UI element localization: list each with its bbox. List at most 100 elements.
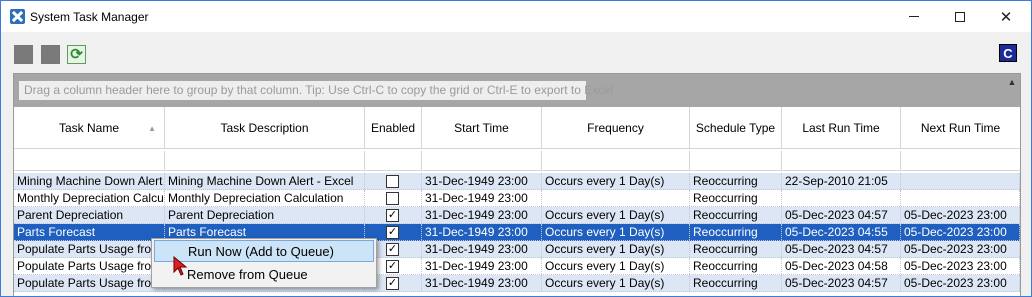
refresh-button[interactable]: ⟳ [67, 45, 86, 64]
column-label: Frequency [587, 121, 644, 135]
cell-desc: Parent Depreciation [165, 207, 365, 223]
table-row[interactable]: Mining Machine Down Alert - ExcelMining … [14, 173, 1020, 190]
cell-freq [542, 190, 690, 206]
sort-ascending-icon: ▲ [148, 124, 156, 133]
refresh-icon: ⟳ [70, 46, 83, 63]
cell-start: 31-Dec-1949 23:00 [422, 173, 542, 189]
column-header-task-name[interactable]: Task Name ▲ [14, 107, 165, 149]
checkbox-checked[interactable]: ✓ [386, 260, 399, 273]
cell-name: Parent Depreciation [14, 207, 165, 223]
filter-frequency[interactable] [542, 151, 690, 171]
cell-next: 05-Dec-2023 23:00 [901, 207, 1020, 223]
column-label: Schedule Type [695, 121, 776, 135]
cell-sched: Reoccurring [690, 173, 782, 189]
toolbar: ⟳ C [1, 32, 1031, 69]
cell-last: 05-Dec-2023 04:57 [782, 275, 901, 291]
column-header-enabled[interactable]: Enabled [365, 107, 422, 149]
cell-last: 05-Dec-2023 04:58 [782, 258, 901, 274]
filter-schedule-type[interactable] [690, 151, 782, 171]
title-bar: System Task Manager ✕ [1, 1, 1031, 32]
checkbox-checked[interactable]: ✓ [386, 243, 399, 256]
cell-last [782, 190, 901, 206]
table-row[interactable]: Parent Depreciation Parent Depreciation ✓ 3… [14, 207, 1020, 224]
filter-row [14, 149, 1020, 173]
cell-start: 31-Dec-1949 23:00 [422, 207, 542, 223]
maximize-button[interactable] [937, 1, 983, 32]
filter-task-name[interactable] [14, 151, 165, 171]
cell-name: Populate Parts Usage from [14, 275, 165, 291]
cell-name: Populate Parts Usage from [14, 241, 165, 257]
task-manager-window: System Task Manager ✕ ⟳ C Drag a column … [0, 0, 1032, 297]
cell-next: 05-Dec-2023 23:00 [901, 258, 1020, 274]
cell-next [901, 190, 1020, 206]
cell-freq: Occurs every 1 Day(s) [542, 207, 690, 223]
column-headers: Task Name ▲ Task Description Enabled Star… [14, 107, 1020, 149]
column-header-last-run-time[interactable]: Last Run Time [782, 107, 901, 149]
cell-next: 05-Dec-2023 23:00 [901, 224, 1020, 240]
maximize-icon [955, 11, 965, 22]
cell-enabled: ✓ [365, 207, 422, 223]
filter-next-run-time[interactable] [901, 151, 1020, 171]
cell-enabled [365, 173, 422, 189]
app-icon [10, 9, 25, 24]
cell-sched: Reoccurring [690, 241, 782, 257]
column-label: Task Description [220, 121, 309, 135]
cell-last: 22-Sep-2010 21:05 [782, 173, 901, 189]
cell-enabled [365, 190, 422, 206]
cell-sched: Reoccurring [690, 190, 782, 206]
toolbar-button-1[interactable] [14, 45, 33, 64]
table-row[interactable]: Monthly Depreciation CalculationMonthly … [14, 190, 1020, 207]
cell-name: Monthly Depreciation Calculation [14, 190, 165, 206]
window-title: System Task Manager [30, 10, 149, 24]
column-header-start-time[interactable]: Start Time [422, 107, 542, 149]
cell-name: Populate Parts Usage from [14, 258, 165, 274]
cell-last: 05-Dec-2023 04:55 [782, 224, 901, 240]
column-label: Last Run Time [802, 121, 880, 135]
checkbox-unchecked[interactable] [386, 175, 399, 188]
cell-next: 05-Dec-2023 23:00 [901, 241, 1020, 257]
cell-next: 05-Dec-2023 23:00 [901, 275, 1020, 291]
cell-last: 05-Dec-2023 04:57 [782, 207, 901, 223]
cell-freq: Occurs every 1 Day(s) [542, 224, 690, 240]
checkbox-checked[interactable]: ✓ [386, 226, 399, 239]
c-button[interactable]: C [999, 44, 1017, 62]
filter-enabled[interactable] [365, 151, 422, 171]
cell-freq: Occurs every 1 Day(s) [542, 241, 690, 257]
cell-sched: Reoccurring [690, 275, 782, 291]
column-header-task-description[interactable]: Task Description [165, 107, 365, 149]
cell-desc: Mining Machine Down Alert - Excel [165, 173, 365, 189]
column-label: Enabled [370, 121, 416, 135]
scroll-up-icon[interactable]: ▲ [1004, 74, 1020, 90]
close-button[interactable]: ✕ [983, 1, 1029, 32]
column-label: Start Time [454, 121, 509, 135]
cell-name: Parts Forecast [14, 224, 165, 240]
column-label: Task Name [58, 121, 120, 135]
cell-sched: Reoccurring [690, 207, 782, 223]
cell-start: 31-Dec-1949 23:00 [422, 275, 542, 291]
column-header-frequency[interactable]: Frequency [542, 107, 690, 149]
column-label: Next Run Time [920, 121, 1001, 135]
cell-start: 31-Dec-1949 23:00 [422, 258, 542, 274]
column-header-schedule-type[interactable]: Schedule Type [690, 107, 782, 149]
filter-task-description[interactable] [165, 151, 365, 171]
cell-next [901, 173, 1020, 189]
toolbar-button-2[interactable] [41, 45, 60, 64]
group-by-hint: Drag a column header here to group by th… [19, 81, 614, 100]
minimize-button[interactable] [891, 1, 937, 32]
cell-sched: Reoccurring [690, 258, 782, 274]
cell-freq: Occurs every 1 Day(s) [542, 275, 690, 291]
cell-start: 31-Dec-1949 23:00 [422, 241, 542, 257]
cell-desc: Monthly Depreciation Calculation [165, 190, 365, 206]
checkbox-unchecked[interactable] [386, 192, 399, 205]
cell-freq: Occurs every 1 Day(s) [542, 173, 690, 189]
cell-last: 05-Dec-2023 04:57 [782, 241, 901, 257]
filter-last-run-time[interactable] [782, 151, 901, 171]
group-by-panel[interactable]: Drag a column header here to group by th… [14, 74, 1020, 107]
cell-start: 31-Dec-1949 23:00 [422, 224, 542, 240]
cell-start: 31-Dec-1949 23:00 [422, 190, 542, 206]
checkbox-checked[interactable]: ✓ [386, 209, 399, 222]
column-header-next-run-time[interactable]: Next Run Time [901, 107, 1020, 149]
filter-start-time[interactable] [422, 151, 542, 171]
cell-name: Mining Machine Down Alert - Excel [14, 173, 165, 189]
checkbox-checked[interactable]: ✓ [386, 277, 399, 290]
